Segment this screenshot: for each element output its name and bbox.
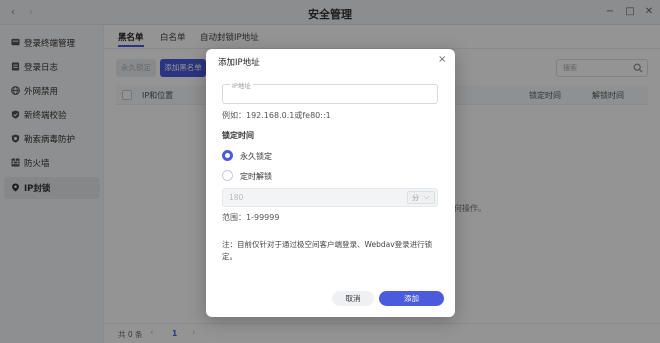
timed-unlock-radio[interactable] — [222, 170, 233, 181]
add-ip-dialog: 添加IP地址 × IP地址 例如：192.168.0.1或fe80::1 锁定时… — [206, 49, 455, 317]
add-button[interactable]: 添加 — [379, 291, 444, 306]
dialog-note: 注：目前仅针对于通过极空间客户端登录、Webdav登录进行锁定。 — [222, 240, 433, 261]
dialog-title: 添加IP地址 — [218, 58, 260, 68]
close-icon[interactable]: × — [438, 55, 446, 65]
unit-select[interactable]: 分 ⌵ — [407, 191, 435, 204]
unit-value: 分 — [412, 194, 419, 202]
ip-address-input[interactable] — [222, 84, 438, 104]
unlock-minutes-input[interactable]: 180 分 ⌵ — [222, 188, 438, 207]
permanent-lock-option-label[interactable]: 永久锁定 — [240, 151, 272, 162]
range-hint: 范围：1-99999 — [222, 213, 280, 222]
minutes-value: 180 — [229, 193, 244, 202]
chevron-down-icon: ⌵ — [424, 193, 430, 201]
cancel-button[interactable]: 取消 — [332, 291, 374, 306]
lock-time-label: 锁定时间 — [222, 131, 254, 140]
permanent-lock-radio[interactable] — [222, 150, 233, 161]
ip-example-text: 例如：192.168.0.1或fe80::1 — [222, 111, 331, 120]
timed-unlock-option-label[interactable]: 定时解锁 — [240, 171, 272, 182]
ip-address-label: IP地址 — [230, 80, 253, 90]
